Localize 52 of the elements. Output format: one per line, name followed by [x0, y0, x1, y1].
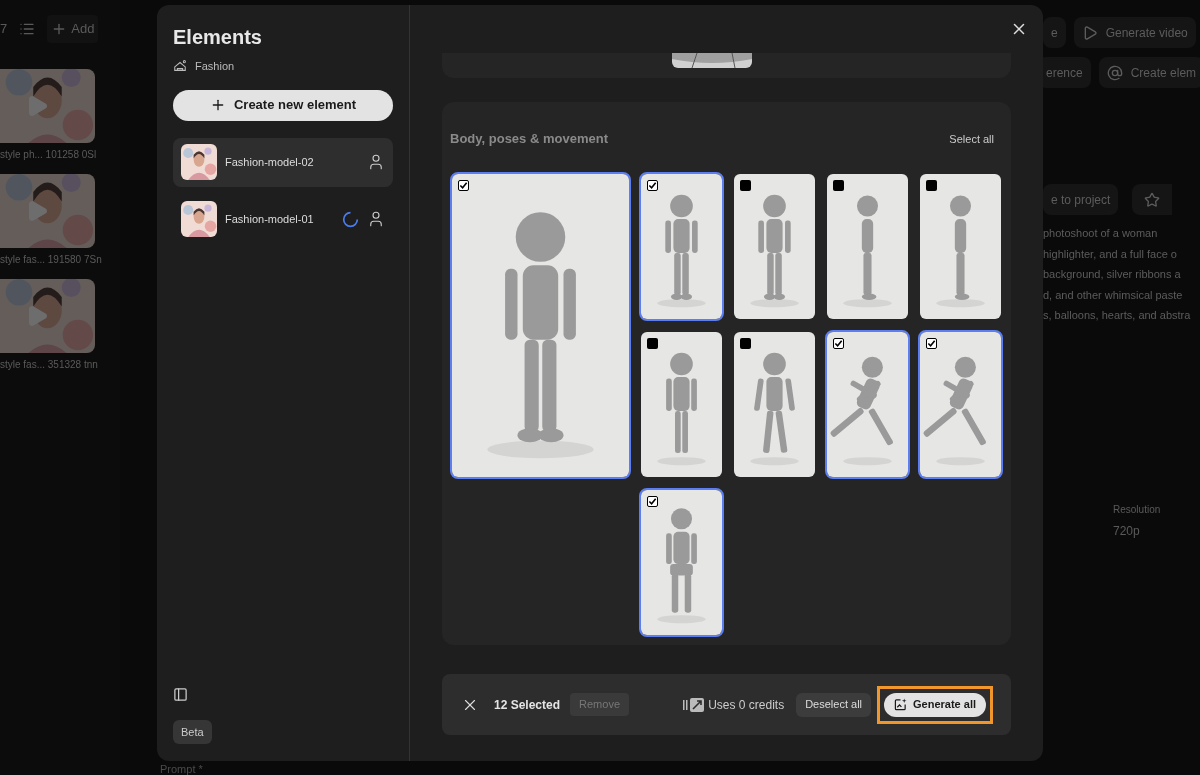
checkbox[interactable]	[833, 179, 844, 191]
generate-all-button[interactable]: Generate all	[884, 692, 986, 717]
checkbox[interactable]	[458, 179, 469, 191]
action-button[interactable]: Generate video	[1073, 17, 1196, 48]
favorite-button[interactable]	[1132, 184, 1173, 215]
at-icon	[1106, 64, 1123, 81]
action-button[interactable]: e	[1043, 17, 1066, 48]
element-name: Fashion-model-01	[225, 211, 315, 227]
section-title: Body, poses & movement	[450, 130, 608, 148]
star-icon	[1144, 191, 1161, 208]
add-to-project-button[interactable]: e to project	[1043, 184, 1119, 215]
prompt-text: photoshoot of a woman highlighter, and a full face o background, silver ribbons a d, and other whimsical paste s, balloons, hearts, and abstra	[1043, 226, 1192, 323]
dialog-title: Elements	[173, 25, 263, 49]
checkbox[interactable]	[647, 179, 658, 191]
check-icon	[648, 180, 657, 190]
count-label: 7	[0, 20, 8, 39]
category-label: Fashion	[195, 59, 235, 74]
checkbox[interactable]	[740, 179, 751, 191]
action-button[interactable]: Create elem	[1098, 57, 1200, 88]
credits-label: Uses 0 credits	[708, 696, 785, 714]
video-caption: style fas... 351328 tnn	[0, 358, 99, 372]
checkbox[interactable]	[647, 495, 658, 507]
video-caption: style ph... 101258 0Sl	[0, 148, 98, 162]
list-icon[interactable]	[19, 21, 36, 37]
resolution-label: Resolution	[1113, 502, 1162, 517]
person-icon[interactable]	[367, 210, 385, 228]
element-item[interactable]: Fashion-model-01	[173, 194, 393, 244]
prompt-label: Prompt *	[160, 763, 203, 775]
sparkle-image-icon	[894, 698, 907, 711]
create-element-button[interactable]: Create new element	[173, 89, 393, 121]
deselect-all-button[interactable]: Deselect all	[796, 692, 871, 717]
checkbox[interactable]	[833, 337, 844, 349]
check-icon	[927, 338, 936, 348]
resolution-value: 720p	[1113, 522, 1141, 540]
element-item[interactable]: Fashion-model-02	[173, 137, 393, 187]
beta-badge: Beta	[173, 719, 212, 744]
remove-button[interactable]: Remove	[570, 693, 629, 716]
element-name: Fashion-model-02	[225, 154, 315, 170]
panel-icon[interactable]	[173, 686, 188, 702]
check-icon	[459, 180, 468, 190]
selected-count: 12 Selected	[494, 696, 561, 714]
check-icon	[834, 338, 843, 348]
credits-icon	[683, 697, 706, 712]
check-icon	[648, 496, 657, 506]
checkbox[interactable]	[740, 337, 751, 349]
video-caption: style fas... 191580 7Sn	[0, 253, 103, 267]
select-all-button[interactable]: Select all	[949, 130, 994, 147]
person-icon[interactable]	[367, 153, 385, 171]
checkbox[interactable]	[926, 337, 937, 349]
checkbox[interactable]	[647, 337, 658, 349]
checkbox[interactable]	[926, 179, 937, 191]
add-button[interactable]: Add	[47, 15, 99, 43]
